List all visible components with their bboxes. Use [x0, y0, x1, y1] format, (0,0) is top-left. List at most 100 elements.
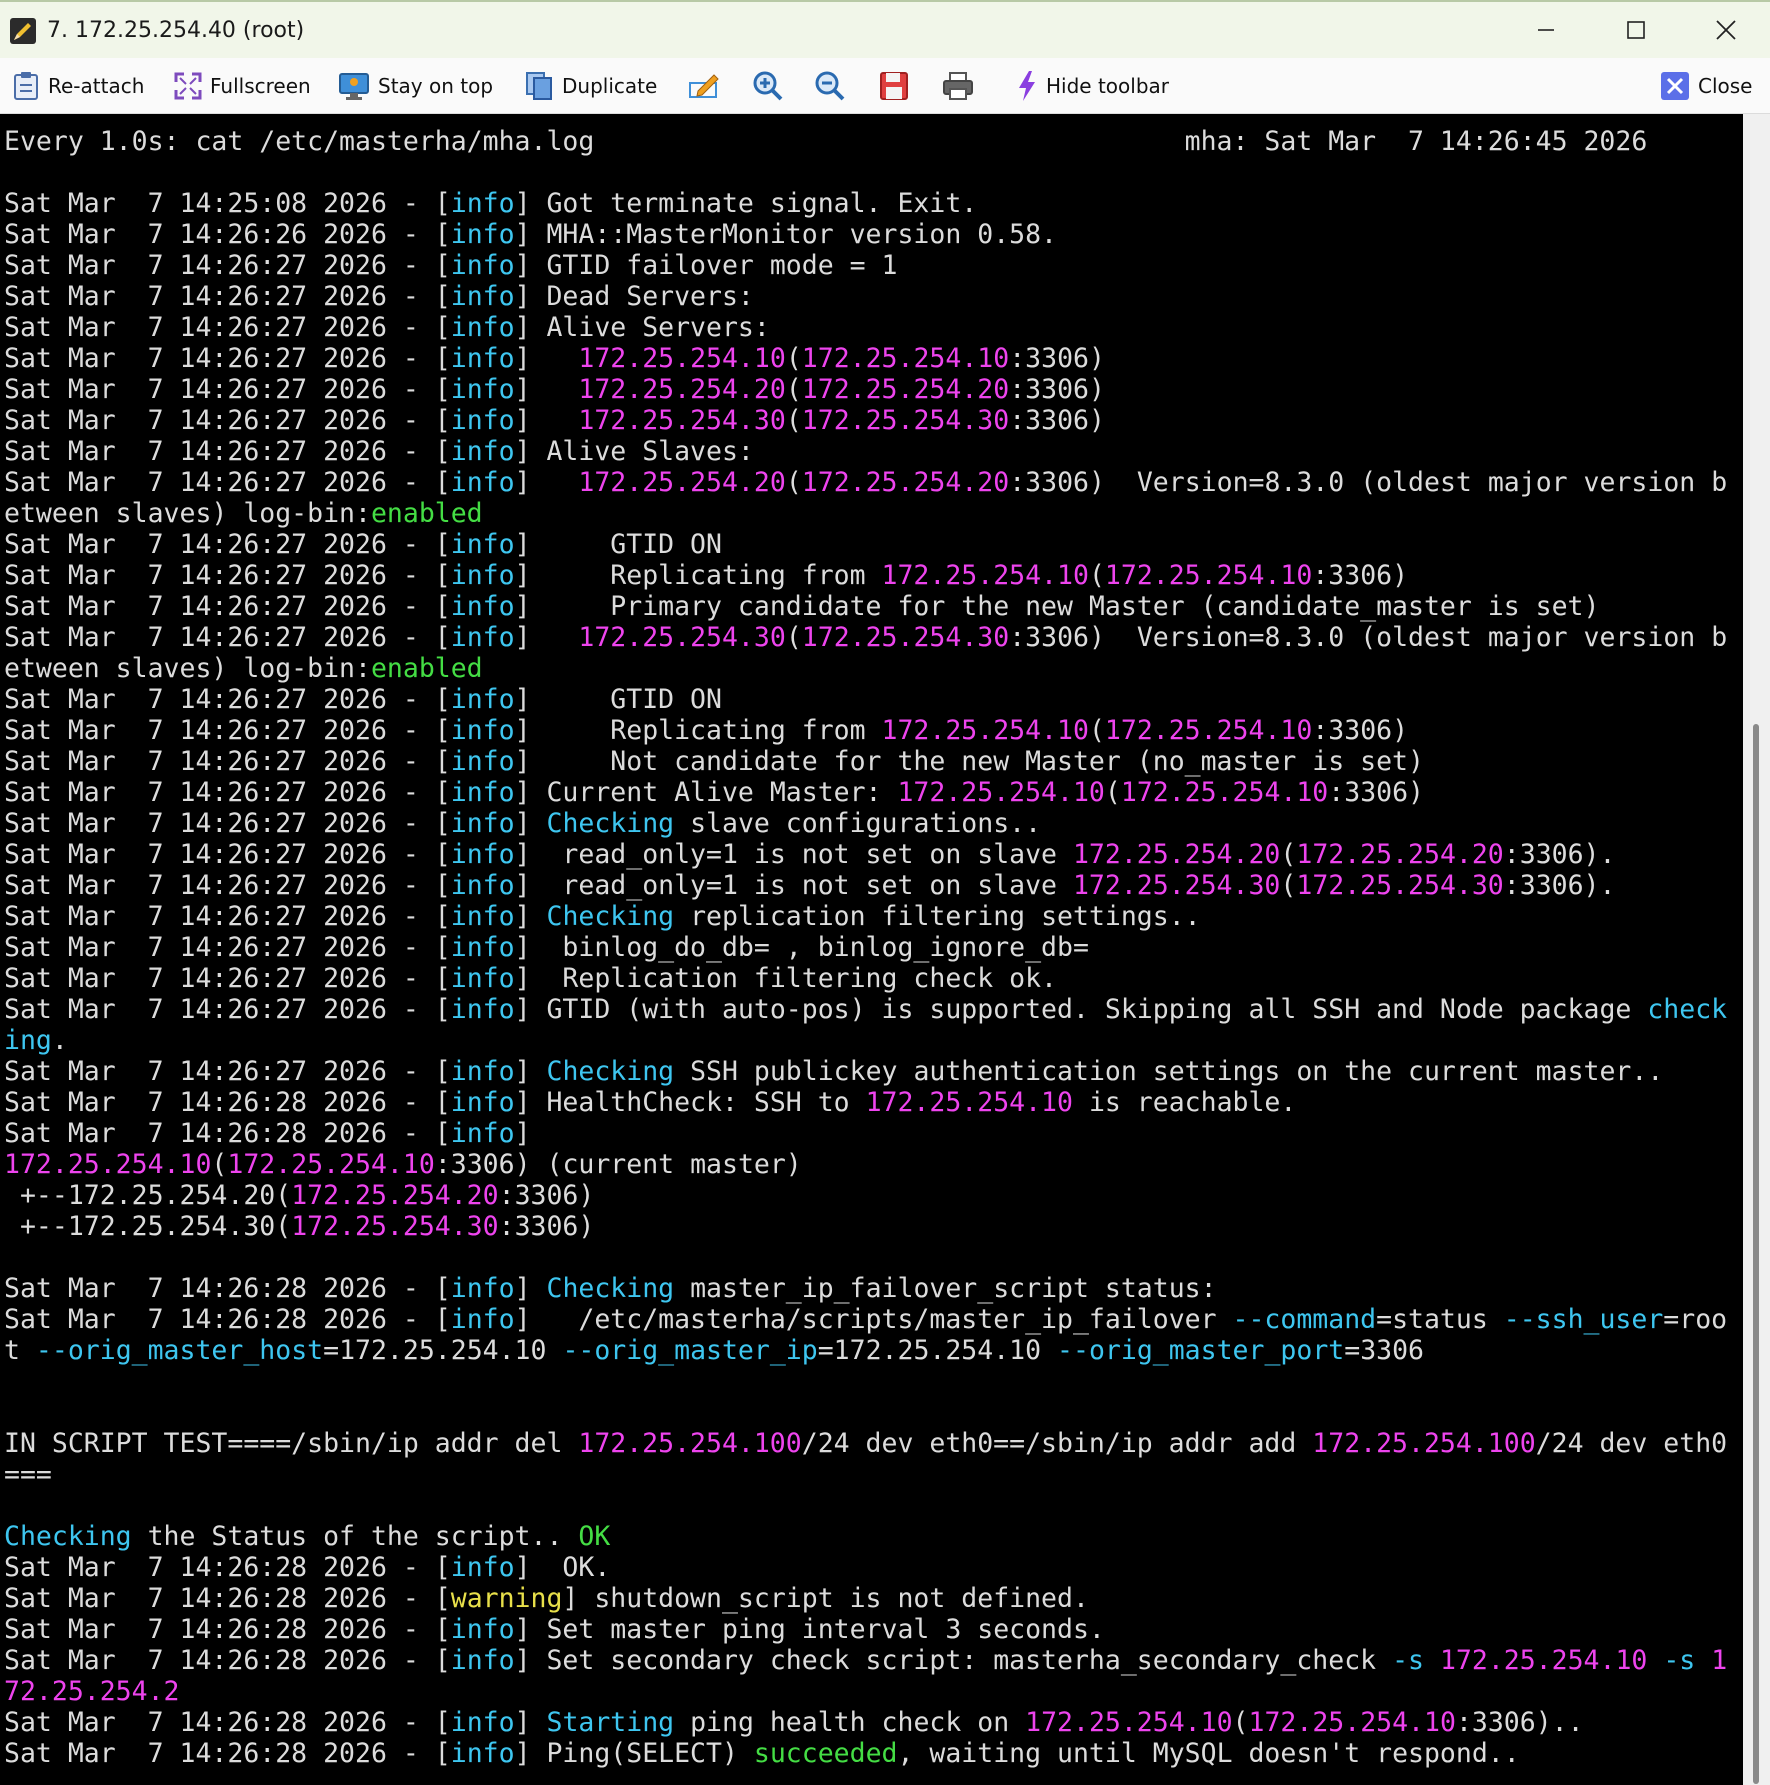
log-info-text: info	[450, 994, 515, 1025]
log-text: Sat Mar 7 14:26:27 2026 - [	[4, 467, 451, 498]
log-info-text: info	[450, 808, 515, 839]
terminal-line: ===	[4, 1459, 1727, 1490]
log-text: :3306)	[1009, 374, 1105, 405]
log-text: ] Alive Servers:	[514, 312, 770, 343]
log-text: Sat Mar 7 14:26:28 2026 - [	[4, 1645, 451, 1676]
log-text: =172.25.254.10	[323, 1335, 563, 1366]
terminal-line: etween slaves) log-bin:enabled	[4, 498, 1727, 529]
title-bar: 7. 172.25.254.40 (root)	[0, 0, 1770, 58]
log-ip-text: 72.25.254.2	[4, 1676, 180, 1707]
log-info-text: info	[450, 932, 515, 963]
save-button[interactable]	[876, 68, 912, 104]
zoom-in-button[interactable]	[750, 68, 786, 104]
log-text: Sat Mar 7 14:26:28 2026 - [	[4, 1118, 451, 1149]
terminal-line: 72.25.254.2	[4, 1676, 1727, 1707]
log-text: (	[785, 622, 802, 653]
log-info-text: info	[450, 1118, 515, 1149]
log-text: Sat Mar 7 14:26:28 2026 - [	[4, 1614, 451, 1645]
reattach-button[interactable]: Re-attach	[12, 68, 144, 104]
log-text: Sat Mar 7 14:25:08 2026 - [	[4, 188, 451, 219]
fullscreen-button[interactable]: Fullscreen	[174, 68, 311, 104]
duplicate-label: Duplicate	[562, 74, 658, 98]
printer-icon	[943, 72, 973, 100]
scrollbar-thumb[interactable]	[1753, 724, 1759, 1784]
minimize-button[interactable]	[1502, 2, 1590, 58]
log-text: ] Dead Servers:	[514, 281, 754, 312]
log-info-text: info	[450, 405, 515, 436]
close-window-button[interactable]	[1682, 2, 1770, 58]
log-text: Sat Mar 7 14:26:27 2026 - [	[4, 870, 451, 901]
log-text: (	[785, 374, 802, 405]
log-check-text: --orig_master_host	[35, 1335, 324, 1366]
log-ip-text: 172.25.254.20	[801, 374, 1010, 405]
log-info-text: info	[450, 901, 515, 932]
log-info-text: info	[450, 343, 515, 374]
terminal-text: Every 1.0s: cat /etc/masterha/mha.log mh…	[0, 126, 1727, 1769]
log-text: ]	[514, 343, 579, 374]
log-ip-text: 172.25.254.10	[1104, 560, 1313, 591]
terminal-line: Sat Mar 7 14:26:27 2026 - [info] Checkin…	[4, 808, 1727, 839]
log-check-text: ing	[4, 1025, 52, 1056]
terminal-line: Sat Mar 7 14:26:27 2026 - [info] 172.25.…	[4, 467, 1727, 498]
window-title: 7. 172.25.254.40 (root)	[47, 18, 305, 43]
log-text: Sat Mar 7 14:26:27 2026 - [	[4, 839, 451, 870]
log-info-text: info	[450, 1552, 515, 1583]
log-text: (	[785, 405, 802, 436]
stay-on-top-button[interactable]: Stay on top	[338, 68, 493, 104]
terminal-line: Sat Mar 7 14:26:27 2026 - [info] GTID ON	[4, 684, 1727, 715]
reattach-label: Re-attach	[48, 74, 145, 98]
log-text: ] HealthCheck: SSH to	[514, 1087, 866, 1118]
log-check-text: --command	[1232, 1304, 1377, 1335]
terminal-line: Sat Mar 7 14:26:28 2026 - [info] OK.	[4, 1552, 1727, 1583]
terminal-line: Sat Mar 7 14:26:28 2026 - [info] Set mas…	[4, 1614, 1727, 1645]
clipboard-icon	[14, 72, 38, 100]
log-text: Sat Mar 7 14:26:27 2026 - [	[4, 250, 451, 281]
log-ip-text: 172.25.254.30	[1296, 870, 1504, 901]
log-ip-text: 172.25.254.30	[578, 622, 786, 653]
log-text: Sat Mar 7 14:26:27 2026 - [	[4, 281, 451, 312]
vertical-scrollbar[interactable]	[1743, 114, 1770, 1785]
terminal-line: Sat Mar 7 14:26:27 2026 - [info] binlog_…	[4, 932, 1727, 963]
log-text: Sat Mar 7 14:26:27 2026 - [	[4, 374, 451, 405]
log-info-text: info	[450, 436, 515, 467]
terminal-line: Sat Mar 7 14:26:27 2026 - [info] 172.25.…	[4, 343, 1727, 374]
log-info-text: info	[450, 1614, 515, 1645]
duplicate-button[interactable]: Duplicate	[524, 68, 657, 104]
log-text: ]	[514, 622, 579, 653]
log-info-text: info	[450, 622, 515, 653]
terminal-line: Sat Mar 7 14:26:27 2026 - [info] read_on…	[4, 870, 1727, 901]
log-info-text: info	[450, 529, 515, 560]
log-info-text: info	[450, 560, 515, 591]
log-info-text: info	[450, 684, 515, 715]
log-text: (	[1104, 777, 1121, 808]
log-text: Sat Mar 7 14:26:27 2026 - [	[4, 312, 451, 343]
close-session-button[interactable]: Close	[1660, 68, 1752, 104]
print-button[interactable]	[940, 68, 976, 104]
edit-button[interactable]	[686, 68, 722, 104]
maximize-button[interactable]	[1592, 2, 1680, 58]
log-ip-text: 172.25.254.10	[897, 777, 1105, 808]
log-text: Sat Mar 7 14:26:27 2026 - [	[4, 529, 451, 560]
log-text: ] binlog_do_db= , binlog_ignore_db=	[514, 932, 1089, 963]
log-info-text: info	[450, 1707, 515, 1738]
log-ip-text: 172.25.254.10	[881, 715, 1089, 746]
hide-toolbar-button[interactable]: Hide toolbar	[1016, 68, 1169, 104]
log-info-text: info	[450, 777, 515, 808]
log-text: Sat Mar 7 14:26:27 2026 - [	[4, 684, 451, 715]
log-text: ] OK.	[514, 1552, 611, 1583]
log-text: :3306)	[498, 1211, 595, 1242]
terminal-output[interactable]: Every 1.0s: cat /etc/masterha/mha.log mh…	[0, 114, 1743, 1785]
log-text: Sat Mar 7 14:26:27 2026 - [	[4, 1056, 451, 1087]
log-text: ] shutdown_script is not defined.	[562, 1583, 1089, 1614]
terminal-line: Sat Mar 7 14:26:28 2026 - [info]	[4, 1118, 1727, 1149]
terminal-line: ing.	[4, 1025, 1727, 1056]
log-text: Sat Mar 7 14:26:27 2026 - [	[4, 715, 451, 746]
zoom-out-button[interactable]	[812, 68, 848, 104]
terminal-line: Sat Mar 7 14:26:27 2026 - [info] Alive S…	[4, 312, 1727, 343]
log-green-text: succeeded	[753, 1738, 898, 1769]
log-check-text: Checking	[4, 1521, 132, 1552]
